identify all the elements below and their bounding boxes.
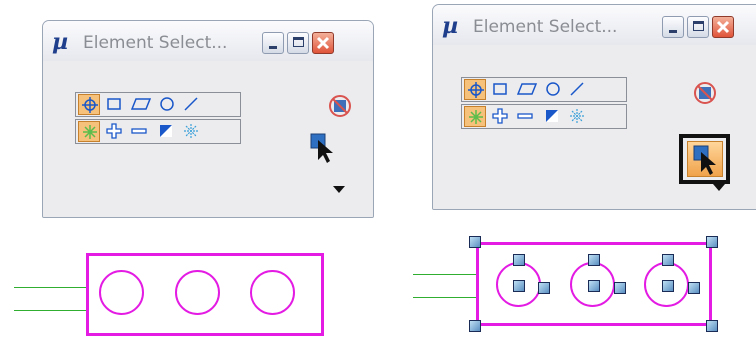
line-icon <box>570 82 584 96</box>
title-bar[interactable]: µ Element Select... <box>433 5 756 45</box>
tool-shape-button[interactable] <box>128 94 151 115</box>
chevron-down-icon[interactable] <box>333 186 345 193</box>
element-circle[interactable] <box>99 270 144 315</box>
mode-add-button[interactable] <box>103 121 125 142</box>
mode-subtract-button[interactable] <box>128 121 150 142</box>
minimize-button[interactable] <box>262 32 284 54</box>
mode-all-icon <box>184 124 198 138</box>
mode-new-icon <box>83 125 97 139</box>
clear-selection-button[interactable] <box>328 94 352 118</box>
method-toolbar <box>461 77 627 102</box>
clear-selection-icon <box>694 82 716 104</box>
mode-subtract-icon <box>517 113 533 119</box>
lead-line <box>413 297 477 298</box>
tool-panel <box>43 62 373 217</box>
maximize-button[interactable] <box>687 16 709 38</box>
target-icon <box>82 97 98 113</box>
selection-handle[interactable] <box>469 236 481 248</box>
element-circle[interactable] <box>250 270 295 315</box>
mode-all-button[interactable] <box>180 121 202 142</box>
title-bar[interactable]: µ Element Select... <box>43 21 373 61</box>
close-icon <box>716 20 730 34</box>
selection-handle[interactable] <box>688 282 700 294</box>
element-circle[interactable] <box>175 270 220 315</box>
mode-add-button[interactable] <box>489 106 511 127</box>
mode-add-icon <box>492 108 508 124</box>
mode-new-button[interactable] <box>464 106 486 127</box>
rectangle-icon <box>107 98 121 110</box>
selection-handle[interactable] <box>588 254 600 266</box>
lead-line <box>14 287 88 288</box>
mode-invert-button[interactable] <box>541 106 563 127</box>
close-icon <box>316 36 330 50</box>
tool-block-button[interactable] <box>489 79 511 100</box>
tool-line-button[interactable] <box>566 79 588 100</box>
pointer-icon <box>693 145 716 175</box>
pointer-icon <box>310 133 333 163</box>
dialog-title: Element Select... <box>83 33 228 53</box>
selection-handle[interactable] <box>662 254 674 266</box>
tool-line-button[interactable] <box>180 94 202 115</box>
circle-icon <box>546 82 560 96</box>
mode-new-icon <box>469 110 483 124</box>
minimize-icon <box>669 30 677 33</box>
tool-circle-button[interactable] <box>542 79 564 100</box>
microstation-logo-icon: µ <box>442 13 459 39</box>
close-button[interactable] <box>312 32 334 54</box>
parallelogram-icon <box>131 98 151 110</box>
minimize-button[interactable] <box>662 16 684 38</box>
maximize-icon <box>693 21 704 31</box>
lead-line <box>14 310 88 311</box>
pointer-button[interactable] <box>687 141 723 177</box>
tool-block-button[interactable] <box>103 94 125 115</box>
selection-handle[interactable] <box>538 282 550 294</box>
selection-handle[interactable] <box>662 280 674 292</box>
maximize-icon <box>293 37 304 47</box>
tool-shape-button[interactable] <box>514 79 537 100</box>
mode-new-button[interactable] <box>78 121 100 142</box>
tool-panel <box>433 46 756 209</box>
tool-circle-button[interactable] <box>156 94 178 115</box>
mode-toolbar <box>75 119 241 144</box>
selection-handle[interactable] <box>706 236 718 248</box>
pointer-button[interactable] <box>308 132 340 164</box>
mode-subtract-icon <box>131 128 147 134</box>
rectangle-icon <box>493 83 507 95</box>
clear-selection-button[interactable] <box>693 81 717 105</box>
mode-subtract-button[interactable] <box>514 106 536 127</box>
lead-line <box>413 274 477 275</box>
mode-all-button[interactable] <box>566 106 588 127</box>
method-toolbar <box>75 92 241 117</box>
parallelogram-icon <box>517 83 537 95</box>
selection-handle[interactable] <box>513 254 525 266</box>
selection-handle[interactable] <box>469 320 481 332</box>
target-icon <box>468 82 484 98</box>
clear-selection-icon <box>329 95 351 117</box>
selection-handle[interactable] <box>614 282 626 294</box>
circle-icon <box>160 97 174 111</box>
selection-handle[interactable] <box>706 320 718 332</box>
selection-handle[interactable] <box>588 280 600 292</box>
element-selection-dialog-after: µ Element Select... <box>432 4 756 210</box>
mode-all-icon <box>570 109 584 123</box>
mode-toolbar <box>461 104 627 129</box>
close-button[interactable] <box>712 16 734 38</box>
mode-invert-button[interactable] <box>155 121 177 142</box>
minimize-icon <box>269 46 277 49</box>
dialog-title: Element Select... <box>473 17 618 37</box>
mode-invert-icon <box>546 110 558 122</box>
element-selection-dialog-before: µ Element Select... <box>42 20 374 218</box>
mode-add-icon <box>106 123 122 139</box>
selection-handle[interactable] <box>513 280 525 292</box>
tool-individual-button[interactable] <box>78 94 100 115</box>
line-icon <box>184 97 198 111</box>
microstation-logo-icon: µ <box>52 29 69 55</box>
tool-individual-button[interactable] <box>464 79 486 100</box>
chevron-down-icon[interactable] <box>713 184 725 191</box>
maximize-button[interactable] <box>287 32 309 54</box>
mode-invert-icon <box>160 125 172 137</box>
